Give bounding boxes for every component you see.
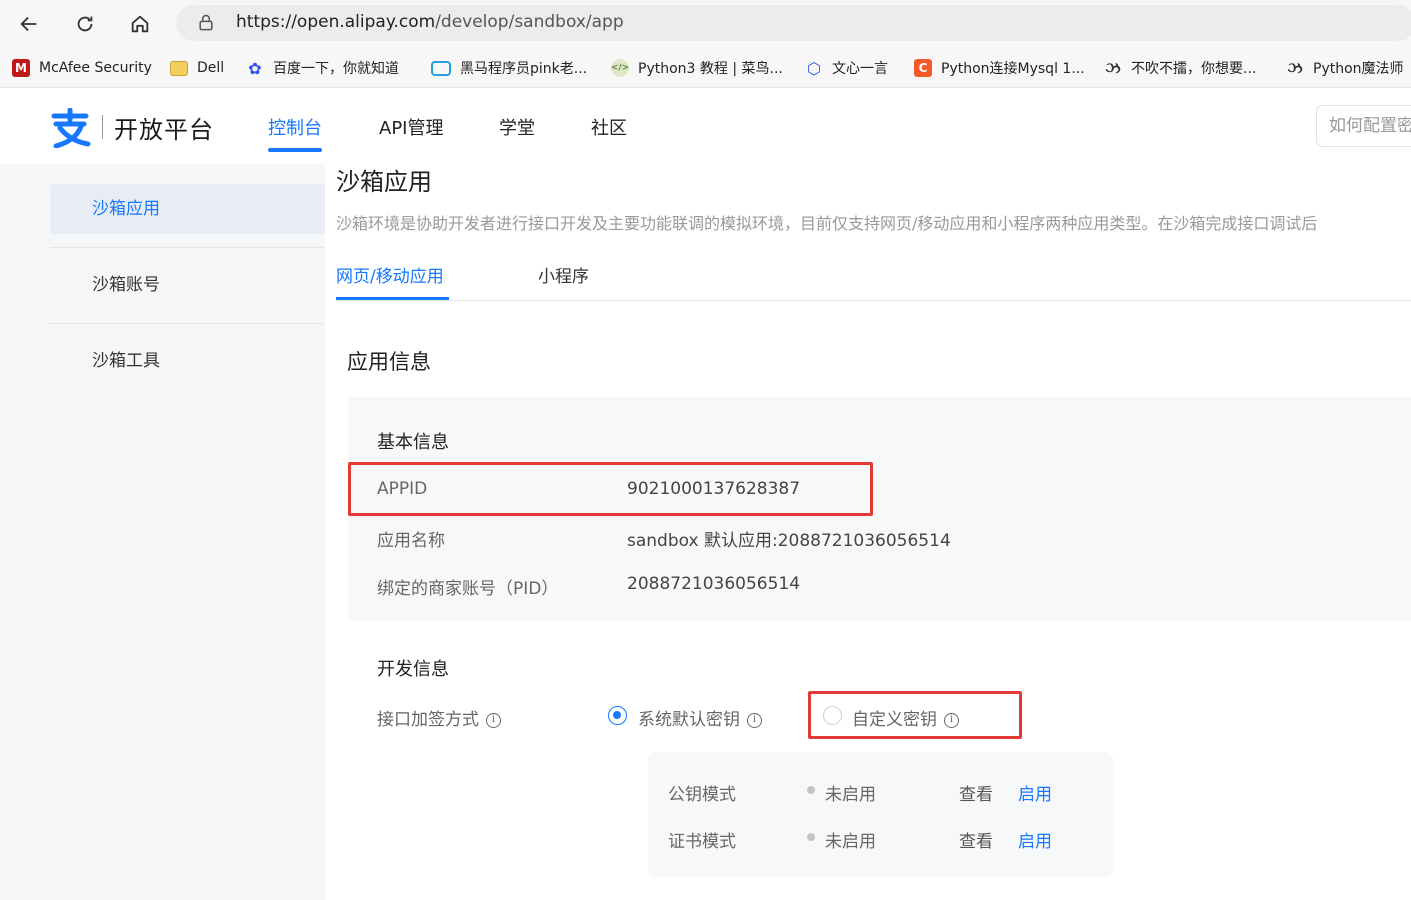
search-input[interactable] — [1329, 116, 1411, 136]
nav-academy[interactable]: 学堂 — [499, 114, 535, 140]
bookmark-python-mofashi[interactable]: ઝ Python魔法师 — [1286, 57, 1404, 79]
appid-highlight-box — [348, 462, 873, 516]
wenxin-icon: ⬡ — [807, 58, 821, 78]
public-key-mode-status: 未启用 — [825, 785, 876, 805]
nav-api-management[interactable]: API管理 — [379, 114, 443, 140]
bookmark-mcafee[interactable]: M McAfee Security — [12, 57, 152, 79]
bookmark-label: Dell — [197, 60, 225, 76]
reload-button[interactable] — [68, 8, 102, 40]
bookmarks-bar: M McAfee Security Dell ✿ 百度一下，你就知道 黑马程序员… — [0, 48, 1411, 88]
home-button[interactable] — [123, 8, 157, 40]
bilibili-tv-icon — [431, 60, 451, 76]
system-default-key-label: 系统默认密钥 — [638, 710, 740, 730]
tab-active-indicator — [336, 297, 449, 300]
key-mode-panel — [648, 752, 1113, 877]
bookmark-wenxin[interactable]: ⬡ 文心一言 — [805, 57, 888, 79]
custom-key-highlight-box — [808, 691, 1022, 739]
basic-info-title: 基本信息 — [377, 432, 449, 453]
alipay-logo-icon[interactable] — [48, 108, 92, 148]
baidu-paw-icon: ✿ — [248, 58, 262, 78]
bookmark-label: 百度一下，你就知道 — [273, 61, 399, 77]
bookmark-label: 不吹不擂，你想要... — [1131, 61, 1257, 77]
reload-icon — [77, 16, 93, 32]
status-dot — [807, 833, 815, 841]
app-name-label: 应用名称 — [377, 531, 445, 551]
status-dot — [807, 786, 815, 794]
bookmark-label: 黑马程序员pink老... — [460, 61, 588, 77]
bookmark-baidu[interactable]: ✿ 百度一下，你就知道 — [246, 57, 399, 79]
logo-divider — [102, 115, 103, 139]
page-description: 沙箱环境是协助开发者进行接口开发及主要功能联调的模拟环境，目前仅支持网页/移动应… — [336, 214, 1318, 233]
info-icon[interactable]: i — [747, 712, 762, 728]
sidebar-divider — [50, 247, 325, 248]
cert-mode-label: 证书模式 — [668, 832, 736, 852]
pid-label: 绑定的商家账号（PID） — [377, 579, 559, 599]
runoob-icon: </> — [611, 59, 629, 77]
home-icon — [131, 15, 149, 33]
public-key-mode-label: 公钥模式 — [668, 785, 736, 805]
mcafee-icon: M — [12, 59, 30, 77]
cert-enable-button[interactable]: 启用 — [1018, 827, 1052, 852]
arrow-left-icon — [20, 16, 37, 32]
lock-icon — [199, 14, 213, 31]
bookmark-label: 文心一言 — [832, 61, 888, 77]
sign-method-text: 接口加签方式 — [377, 710, 479, 730]
nav-console[interactable]: 控制台 — [268, 114, 322, 140]
cert-mode-status: 未启用 — [825, 832, 876, 852]
tab-mini-program[interactable]: 小程序 — [538, 262, 589, 287]
bookmark-label: McAfee Security — [39, 60, 152, 76]
bookmark-heima[interactable]: 黑马程序员pink老... — [431, 57, 587, 79]
spiral-icon: ઝ — [1287, 58, 1303, 77]
sidebar-item-sandbox-tools[interactable]: 沙箱工具 — [50, 336, 325, 386]
system-default-key-option[interactable]: 系统默认密钥 i — [638, 705, 762, 730]
sidebar-divider — [50, 323, 325, 324]
sign-method-label: 接口加签方式 i — [377, 705, 501, 730]
nav-community[interactable]: 社区 — [591, 114, 627, 140]
sidebar-item-sandbox-app[interactable]: 沙箱应用 — [50, 184, 325, 234]
search-box[interactable] — [1316, 105, 1411, 147]
section-title: 应用信息 — [347, 350, 431, 374]
bookmark-csdn[interactable]: C Python连接Mysql 1... — [914, 57, 1085, 79]
csdn-icon: C — [914, 59, 932, 77]
platform-name: 开放平台 — [114, 116, 214, 144]
bookmark-label: Python3 教程 | 菜鸟... — [638, 61, 783, 77]
sidebar: 沙箱应用 沙箱账号 沙箱工具 — [0, 164, 325, 900]
browser-toolbar: https://open.alipay.com/develop/sandbox/… — [0, 0, 1411, 48]
info-icon[interactable]: i — [486, 712, 501, 728]
bookmark-dell[interactable]: Dell — [170, 57, 224, 79]
cert-view-button[interactable]: 查看 — [959, 827, 993, 852]
public-key-enable-button[interactable]: 启用 — [1018, 780, 1052, 805]
app-name-value: sandbox 默认应用:2088721036056514 — [627, 531, 951, 551]
pid-value: 2088721036056514 — [627, 574, 801, 594]
dev-info-title: 开发信息 — [377, 659, 449, 680]
bookmark-label: Python连接Mysql 1... — [941, 61, 1085, 77]
bookmark-runoob[interactable]: </> Python3 教程 | 菜鸟... — [611, 57, 783, 79]
address-bar[interactable]: https://open.alipay.com/develop/sandbox/… — [176, 5, 1411, 41]
url-text: https://open.alipay.com/develop/sandbox/… — [236, 12, 624, 32]
radio-system-default-key[interactable] — [608, 706, 627, 725]
bookmark-label: Python魔法师 — [1313, 61, 1404, 77]
sidebar-item-sandbox-account[interactable]: 沙箱账号 — [50, 260, 325, 310]
app-header: 开放平台 控制台 API管理 学堂 社区 — [0, 88, 1411, 164]
public-key-view-button[interactable]: 查看 — [959, 780, 993, 805]
tabs-divider — [336, 300, 1411, 301]
nav-active-indicator — [268, 148, 322, 152]
bookmark-buchui[interactable]: ઝ 不吹不擂，你想要... — [1104, 57, 1256, 79]
tab-web-mobile-app[interactable]: 网页/移动应用 — [336, 262, 444, 287]
folder-icon — [170, 60, 188, 76]
page-title: 沙箱应用 — [336, 168, 432, 196]
back-button[interactable] — [12, 8, 46, 40]
spiral-icon: ઝ — [1105, 58, 1121, 77]
